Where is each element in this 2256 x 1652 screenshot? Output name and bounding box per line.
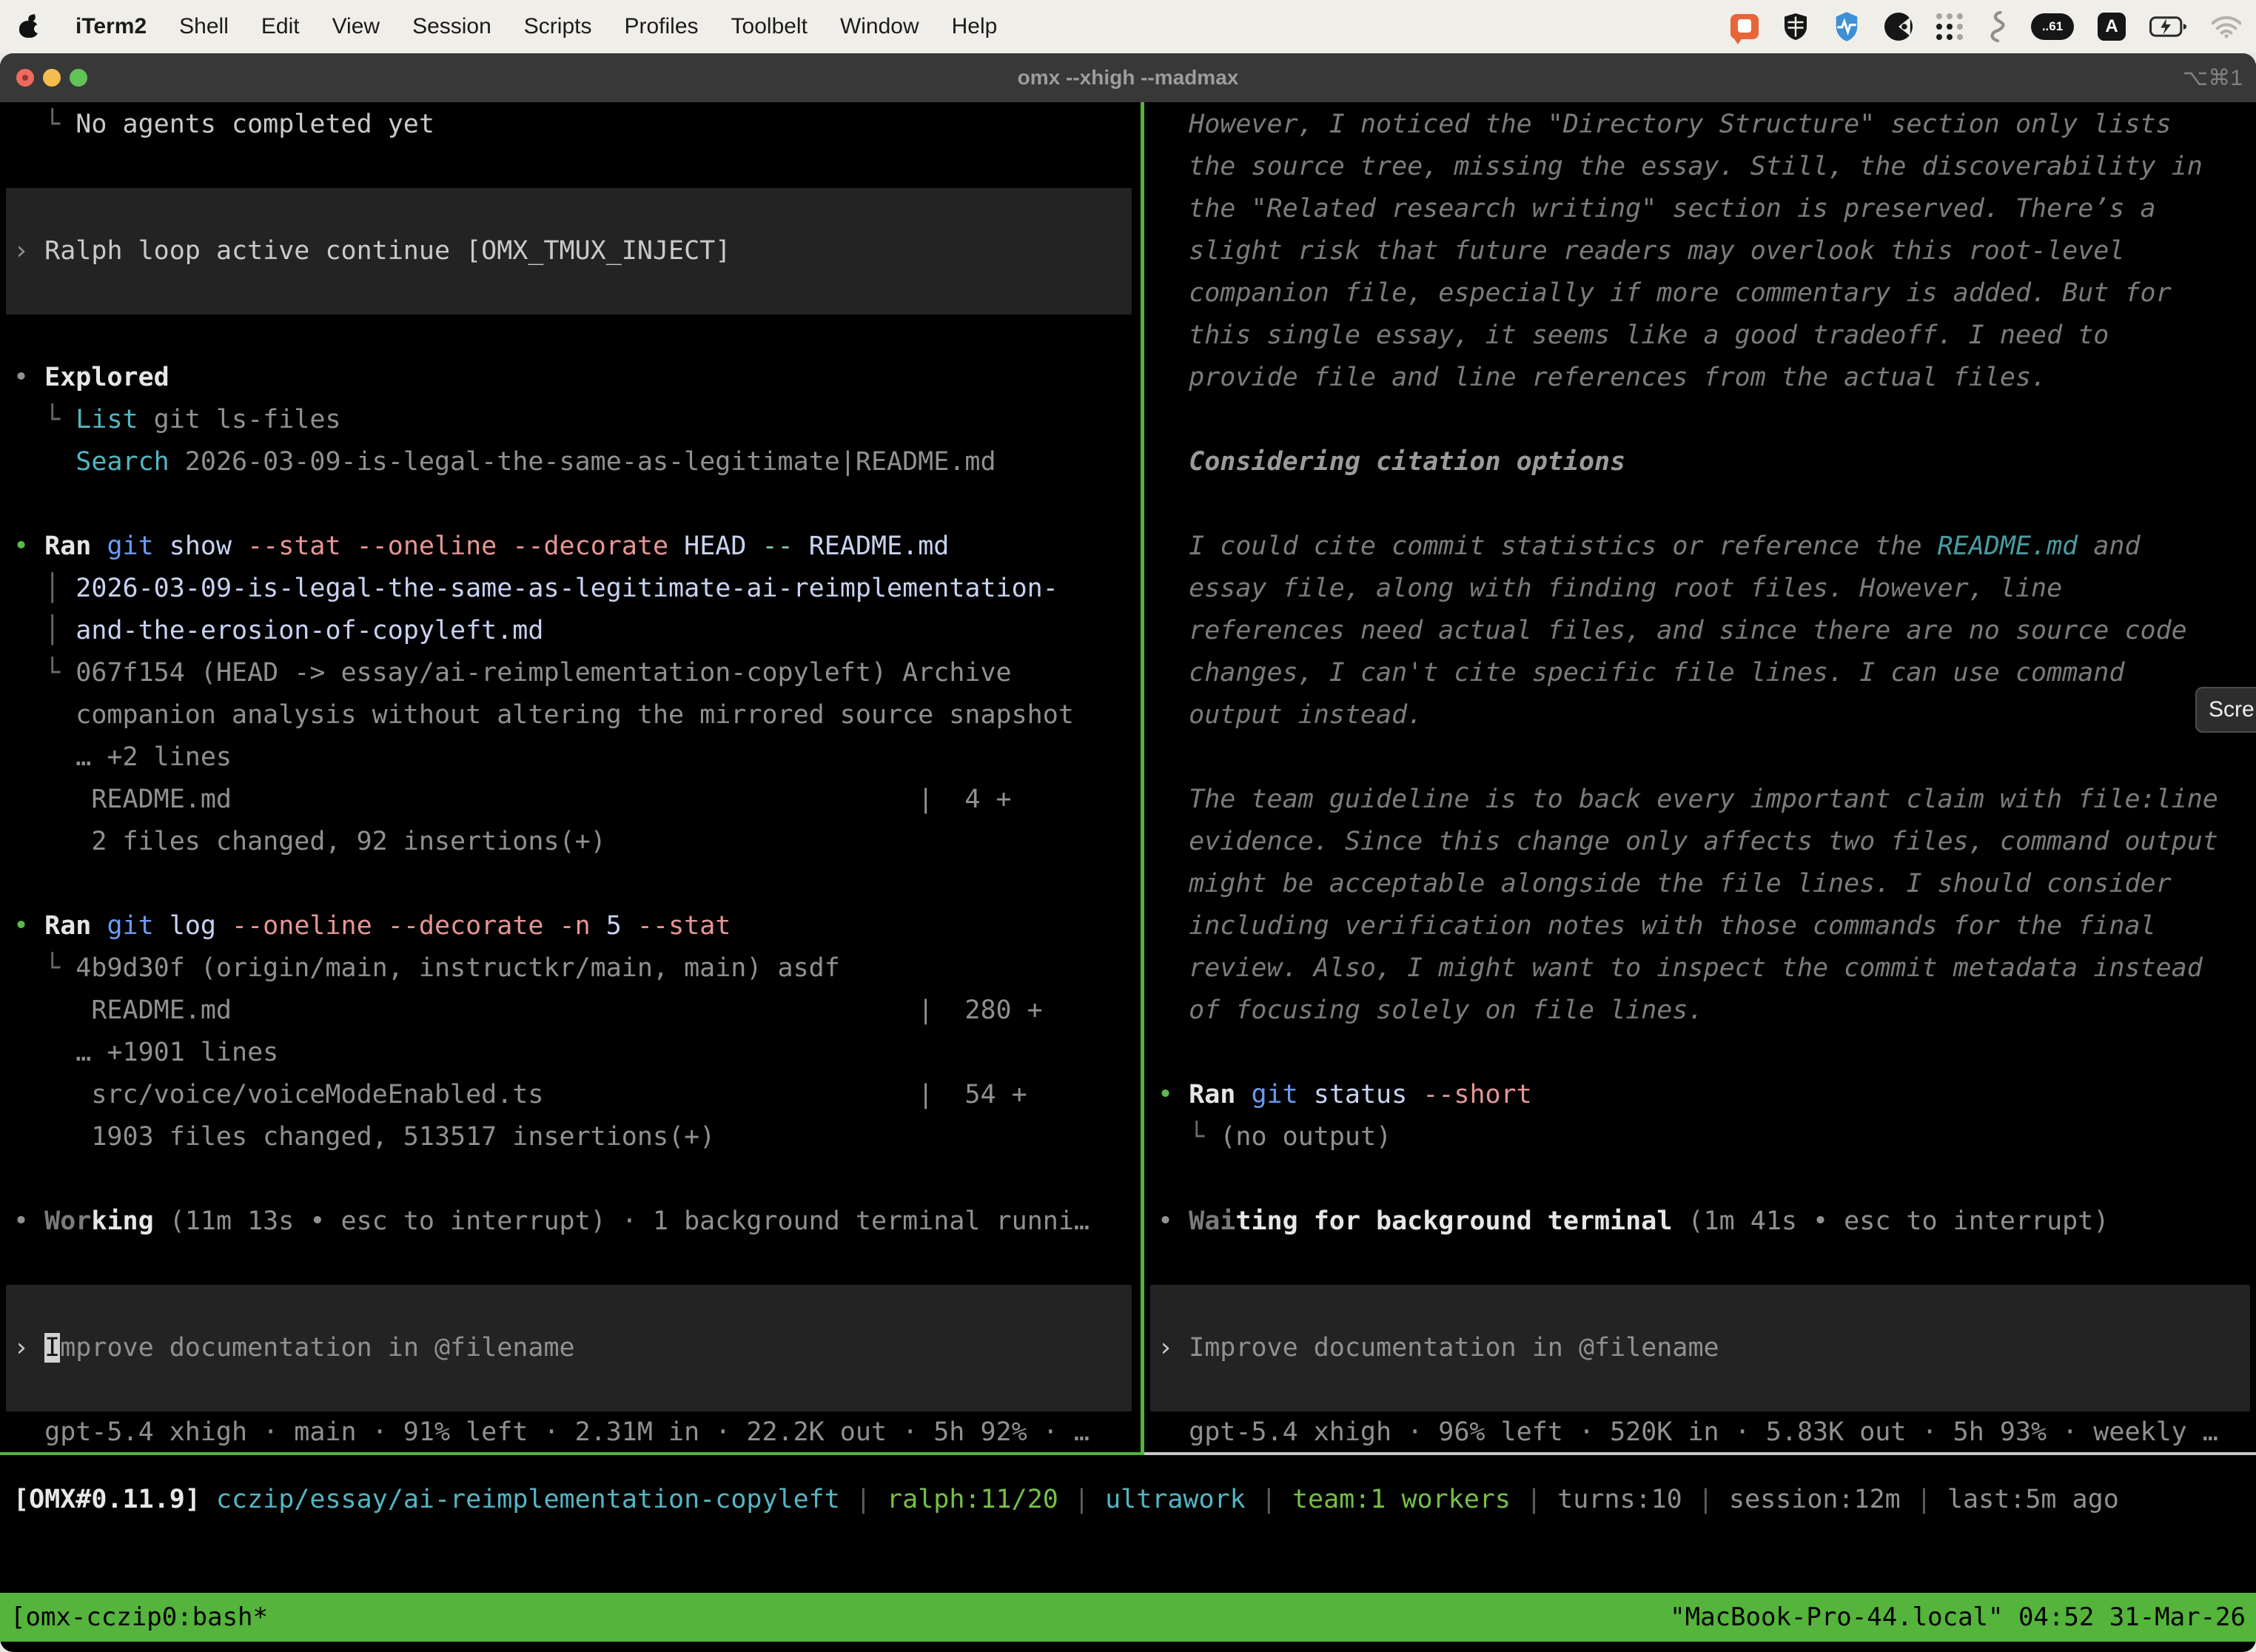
pane-divider[interactable]	[1141, 102, 1144, 1455]
squiggle-icon[interactable]	[1988, 11, 2007, 42]
menu-item-view[interactable]: View	[332, 14, 380, 39]
wifi-icon[interactable]	[2212, 15, 2241, 38]
terminal-line: references need actual files, and since …	[1158, 610, 2256, 652]
menu-item-scripts[interactable]: Scripts	[524, 14, 592, 39]
menu-item-profiles[interactable]: Profiles	[624, 14, 698, 39]
menu-bar: iTerm2 Shell Edit View Session Scripts P…	[0, 0, 2256, 53]
terminal-line: companion analysis without altering the …	[13, 694, 1141, 736]
terminal-line: README.md | 280 +	[13, 990, 1141, 1032]
window-titlebar[interactable]: omx --xhigh --madmax ⌥⌘1	[0, 53, 2256, 102]
screen-tooltip: Scre	[2195, 687, 2256, 733]
terminal-line: changes, I can't cite specific file line…	[1158, 652, 2256, 694]
terminal-line: src/voice/voiceModeEnabled.ts | 54 +	[13, 1074, 1141, 1116]
terminal-line: › Ralph loop active continue [OMX_TMUX_I…	[13, 230, 1141, 272]
terminal-line: gpt-5.4 xhigh · main · 91% left · 2.31M …	[13, 1411, 1141, 1452]
terminal-line: • Ran git status --short	[1158, 1074, 2256, 1116]
terminal-line: └ List git ls-files	[13, 399, 1141, 441]
terminal-line: might be acceptable alongside the file l…	[1158, 863, 2256, 905]
window-title: omx --xhigh --madmax	[0, 53, 2256, 102]
terminal-line: the source tree, missing the essay. Stil…	[1158, 146, 2256, 188]
terminal-line: › Improve documentation in @filename	[13, 1327, 1141, 1369]
right-terminal-pane[interactable]: However, I noticed the "Directory Struct…	[1144, 102, 2256, 1452]
terminal-line: However, I noticed the "Directory Struct…	[1158, 104, 2256, 146]
shield-icon[interactable]	[1782, 12, 1809, 41]
menu-item-iterm2[interactable]: iTerm2	[75, 14, 147, 39]
terminal-line: README.md | 4 +	[13, 779, 1141, 821]
active-pane-border	[0, 1452, 1144, 1455]
terminal-line: the "Related research writing" section i…	[1158, 188, 2256, 230]
terminal-line: review. Also, I might want to inspect th…	[1158, 947, 2256, 990]
terminal-line: 1903 files changed, 513517 insertions(+)	[13, 1116, 1141, 1158]
k-circle-icon[interactable]	[1884, 13, 1913, 41]
apple-menu-icon[interactable]	[19, 16, 38, 38]
terminal-line: … +2 lines	[13, 736, 1141, 779]
terminal-line: 2 files changed, 92 insertions(+)	[13, 821, 1141, 863]
terminal-line: › Improve documentation in @filename	[1158, 1327, 2256, 1369]
terminal-line: provide file and line references from th…	[1158, 357, 2256, 399]
terminal-line: │ 2026-03-09-is-legal-the-same-as-legiti…	[13, 568, 1141, 610]
terminal-line: gpt-5.4 xhigh · 96% left · 520K in · 5.8…	[1158, 1411, 2256, 1452]
terminal-line: this single essay, it seems like a good …	[1158, 315, 2256, 357]
battery-icon[interactable]	[2149, 16, 2188, 38]
menu-item-help[interactable]: Help	[952, 14, 998, 39]
terminal-line: Considering citation options	[1158, 441, 2256, 483]
badge-61-icon[interactable]: ..61	[2031, 13, 2074, 40]
tmux-status-bar: [omx-cczip0:bash* "MacBook-Pro-44.local"…	[0, 1593, 2256, 1642]
terminal-line: I could cite commit statistics or refere…	[1158, 526, 2256, 568]
terminal-line: • Explored	[13, 357, 1141, 399]
omx-status-line: [OMX#0.11.9] cczip/essay/ai-reimplementa…	[13, 1477, 2119, 1522]
chat-bubble-icon[interactable]	[1730, 14, 1759, 39]
terminal-line: evidence. Since this change only affects…	[1158, 821, 2256, 863]
menu-item-window[interactable]: Window	[840, 14, 919, 39]
terminal-line: companion file, especially if more comme…	[1158, 272, 2256, 315]
tmux-session-label: [omx-cczip0:bash*	[10, 1602, 268, 1632]
pulse-icon[interactable]	[1833, 12, 1861, 41]
dots-grid-icon[interactable]	[1936, 13, 1964, 41]
terminal-line: └ 067f154 (HEAD -> essay/ai-reimplementa…	[13, 652, 1141, 694]
terminal-line: Search 2026-03-09-is-legal-the-same-as-l…	[13, 441, 1141, 483]
menu-item-shell[interactable]: Shell	[179, 14, 229, 39]
menu-item-toolbelt[interactable]: Toolbelt	[731, 14, 808, 39]
terminal-line: └ (no output)	[1158, 1116, 2256, 1158]
terminal-line: • Waiting for background terminal (1m 41…	[1158, 1201, 2256, 1243]
terminal-line: • Ran git log --oneline --decorate -n 5 …	[13, 905, 1141, 947]
terminal-line: output instead.	[1158, 694, 2256, 736]
terminal-line: of focusing solely on file lines.	[1158, 990, 2256, 1032]
menu-item-session[interactable]: Session	[412, 14, 491, 39]
terminal-line: including verification notes with those …	[1158, 905, 2256, 947]
terminal-line: The team guideline is to back every impo…	[1158, 779, 2256, 821]
terminal-line: … +1901 lines	[13, 1032, 1141, 1074]
terminal-line: • Ran git show --stat --oneline --decora…	[13, 526, 1141, 568]
left-terminal-pane[interactable]: └ No agents completed yet › Ralph loop ac…	[0, 102, 1141, 1452]
terminal-line: └ 4b9d30f (origin/main, instructkr/main,…	[13, 947, 1141, 990]
menu-item-edit[interactable]: Edit	[261, 14, 300, 39]
a-square-icon[interactable]: A	[2098, 13, 2126, 41]
terminal-line: essay file, along with finding root file…	[1158, 568, 2256, 610]
terminal-line: └ No agents completed yet	[13, 104, 1141, 146]
terminal-line: │ and-the-erosion-of-copyleft.md	[13, 610, 1141, 652]
terminal-line: slight risk that future readers may over…	[1158, 230, 2256, 272]
terminal-window: omx --xhigh --madmax ⌥⌘1 └ No agents com…	[0, 53, 2256, 1652]
inactive-pane-border	[1144, 1452, 2256, 1455]
terminal-line: • Working (11m 13s • esc to interrupt) ·…	[13, 1201, 1141, 1243]
window-shortcut-badge: ⌥⌘1	[2183, 53, 2243, 102]
screen-tooltip-label: Scre	[2209, 697, 2255, 722]
tmux-host-clock-label: "MacBook-Pro-44.local" 04:52 31-Mar-26	[1670, 1602, 2246, 1632]
